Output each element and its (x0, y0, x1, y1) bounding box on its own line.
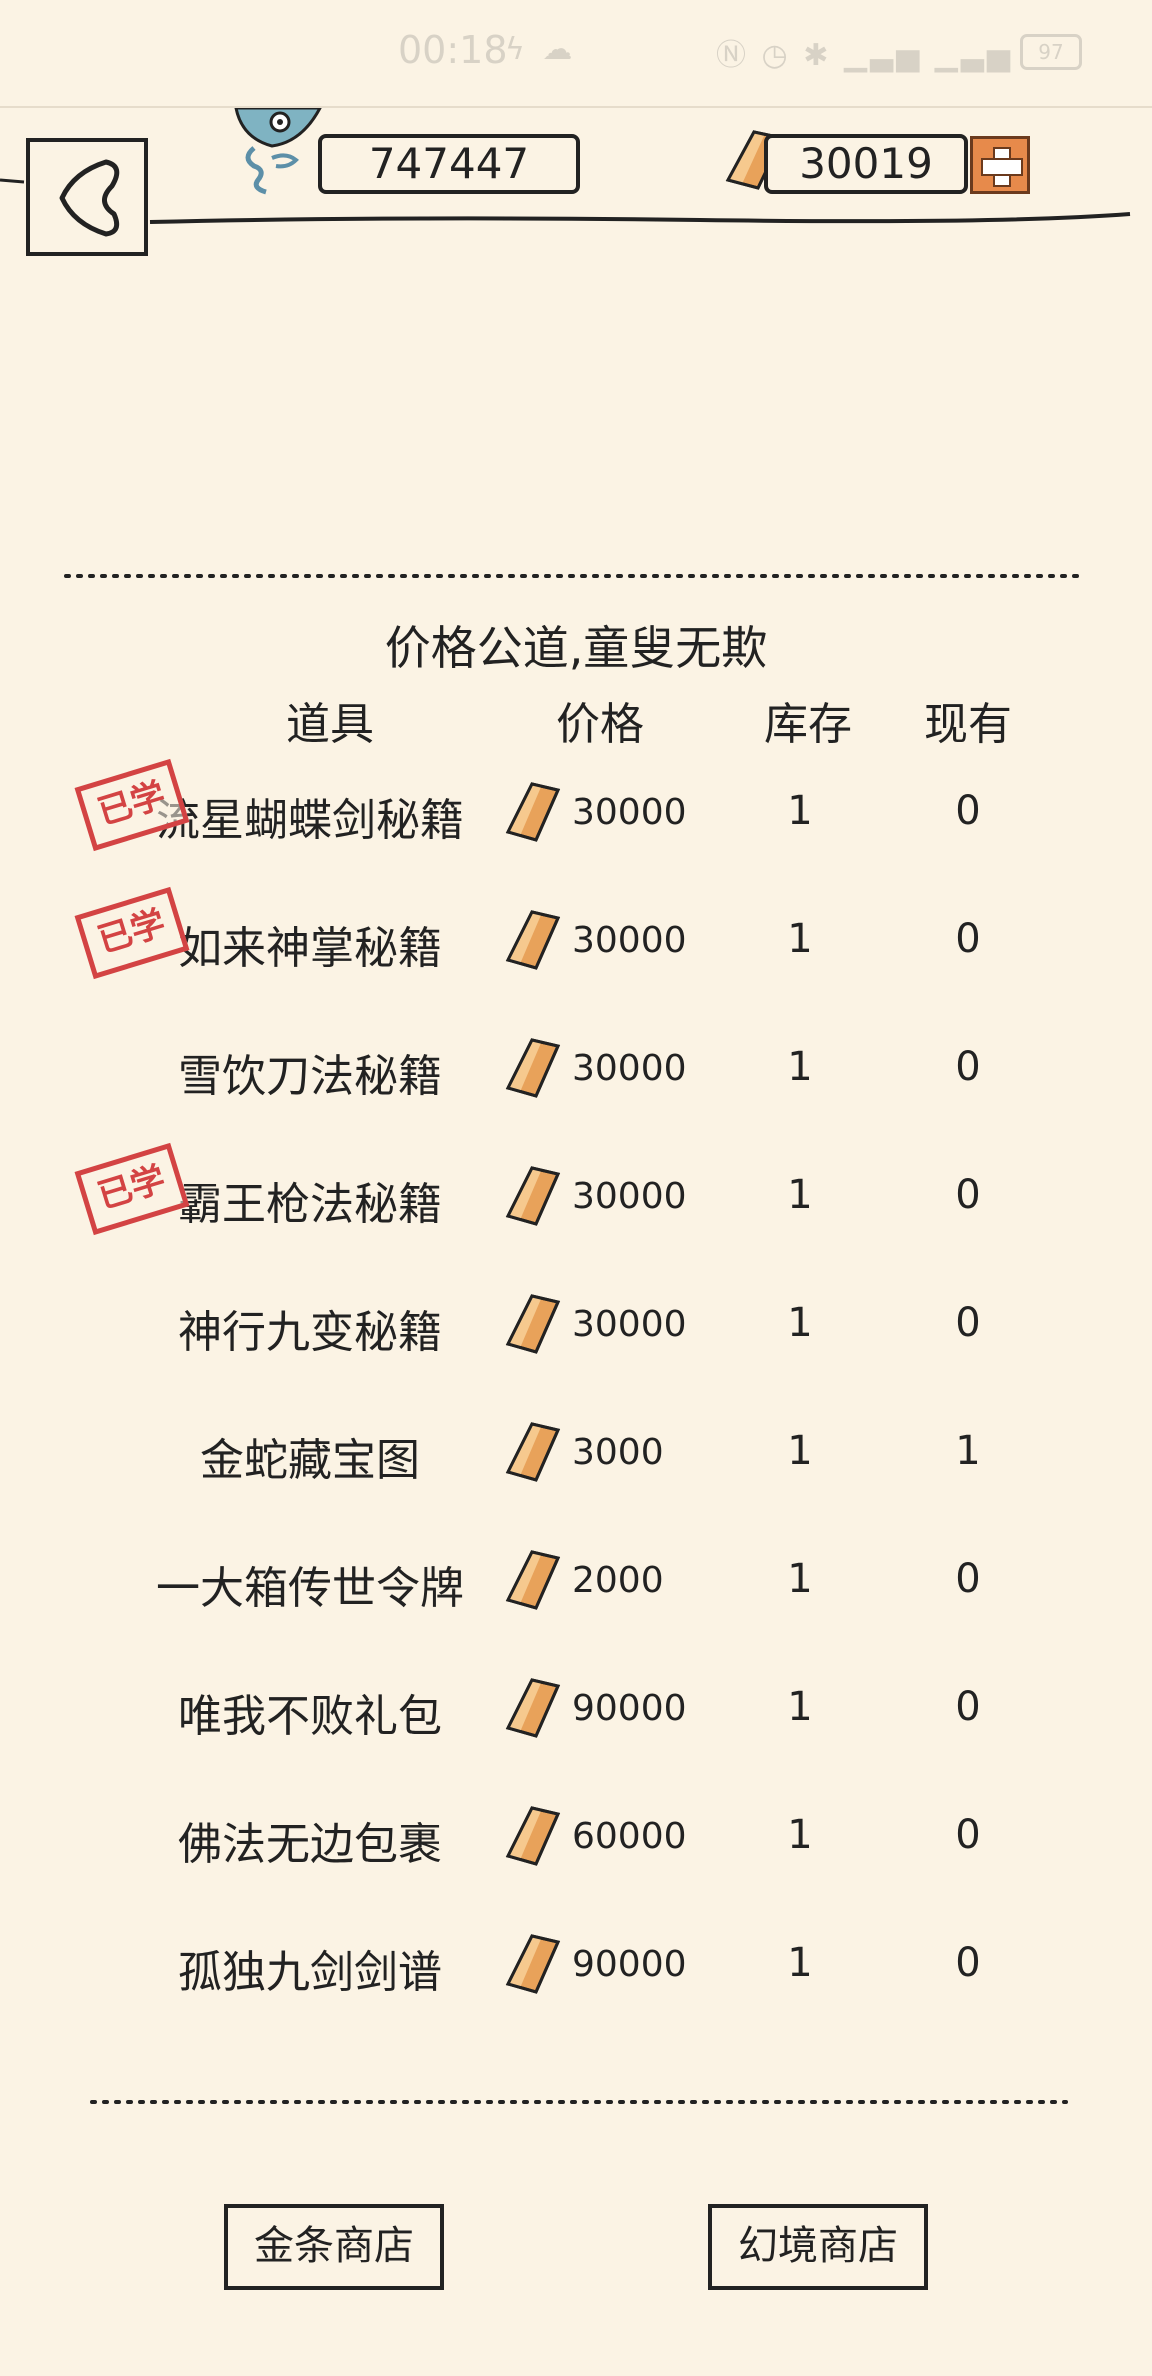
item-owned: 0 (955, 1556, 981, 1602)
item-price: 90000 (572, 1688, 687, 1729)
item-owned: 0 (955, 1044, 981, 1090)
shop-item-row[interactable]: 流星蝴蝶剑秘籍 30000 1 0 已学 (0, 752, 1152, 880)
gold-bar-icon (505, 782, 561, 842)
item-owned: 0 (955, 1940, 981, 1986)
column-header-item: 道具 (286, 699, 374, 750)
gold-balance: 30019 (764, 134, 968, 194)
top-dotted-separator (64, 574, 1088, 578)
item-stock: 1 (787, 1940, 813, 1986)
illusion-shop-button[interactable]: 幻境商店 (708, 2204, 928, 2290)
item-stock: 1 (787, 1044, 813, 1090)
item-price: 60000 (572, 1816, 687, 1857)
item-price: 30000 (572, 1176, 687, 1217)
item-name: 唯我不败礼包 (178, 1691, 442, 1742)
item-owned: 0 (955, 788, 981, 834)
gold-shop-button[interactable]: 金条商店 (224, 2204, 444, 2290)
item-stock: 1 (787, 1556, 813, 1602)
item-price: 30000 (572, 1304, 687, 1345)
item-name: 霸王枪法秘籍 (178, 1179, 442, 1230)
shop-item-row[interactable]: 佛法无边包裹 60000 1 0 (0, 1776, 1152, 1904)
item-stock: 1 (787, 916, 813, 962)
item-stock: 1 (787, 1684, 813, 1730)
item-price: 3000 (572, 1432, 664, 1473)
shop-item-row[interactable]: 神行九变秘籍 30000 1 0 (0, 1264, 1152, 1392)
item-owned: 0 (955, 1812, 981, 1858)
item-stock: 1 (787, 1172, 813, 1218)
shop-item-row[interactable]: 孤独九剑剑谱 90000 1 0 (0, 1904, 1152, 2032)
item-price: 90000 (572, 1944, 687, 1985)
item-stock: 1 (787, 1300, 813, 1346)
bottom-dotted-separator (90, 2100, 1068, 2104)
gold-bar-icon (505, 1550, 561, 1610)
gold-bar-icon (505, 1422, 561, 1482)
item-owned: 0 (955, 1684, 981, 1730)
item-name: 金蛇藏宝图 (200, 1435, 420, 1486)
item-owned: 0 (955, 1300, 981, 1346)
item-name: 流星蝴蝶剑秘籍 (156, 795, 464, 846)
item-name: 一大箱传世令牌 (156, 1563, 464, 1614)
gold-bar-icon (505, 1678, 561, 1738)
back-arrow-icon (59, 159, 120, 237)
item-name: 孤独九剑剑谱 (178, 1947, 442, 1998)
column-header-price: 价格 (556, 699, 644, 750)
item-stock: 1 (787, 1428, 813, 1474)
item-price: 30000 (572, 920, 687, 961)
column-header-owned: 现有 (924, 699, 1012, 750)
item-stock: 1 (787, 788, 813, 834)
item-name: 神行九变秘籍 (178, 1307, 442, 1358)
shop-item-row[interactable]: 金蛇藏宝图 3000 1 1 (0, 1392, 1152, 1520)
shop-slogan: 价格公道,童叟无欺 (384, 621, 768, 675)
item-name: 如来神掌秘籍 (178, 923, 442, 974)
gold-bar-icon (505, 1038, 561, 1098)
gold-bar-icon (505, 1294, 561, 1354)
item-name: 佛法无边包裹 (178, 1819, 442, 1870)
shop-item-row[interactable]: 唯我不败礼包 90000 1 0 (0, 1648, 1152, 1776)
gold-bar-icon (505, 1806, 561, 1866)
gold-bar-icon (505, 1166, 561, 1226)
item-price: 30000 (572, 792, 687, 833)
item-name: 雪饮刀法秘籍 (178, 1051, 442, 1102)
coin-balance: 747447 (318, 134, 580, 194)
gold-bar-icon (505, 1934, 561, 1994)
gold-bar-icon (505, 910, 561, 970)
item-price: 2000 (572, 1560, 664, 1601)
shop-item-row[interactable]: 霸王枪法秘籍 30000 1 0 已学 (0, 1136, 1152, 1264)
avatar-icon (234, 108, 322, 195)
header-divider (0, 178, 1131, 224)
item-owned: 0 (955, 916, 981, 962)
item-owned: 1 (955, 1428, 981, 1474)
shop-item-row[interactable]: 一大箱传世令牌 2000 1 0 (0, 1520, 1152, 1648)
back-button[interactable] (26, 138, 148, 256)
item-stock: 1 (787, 1812, 813, 1858)
shop-item-row[interactable]: 如来神掌秘籍 30000 1 0 已学 (0, 880, 1152, 1008)
item-price: 30000 (572, 1048, 687, 1089)
shop-item-row[interactable]: 雪饮刀法秘籍 30000 1 0 (0, 1008, 1152, 1136)
item-owned: 0 (955, 1172, 981, 1218)
add-gold-button[interactable] (970, 136, 1030, 194)
